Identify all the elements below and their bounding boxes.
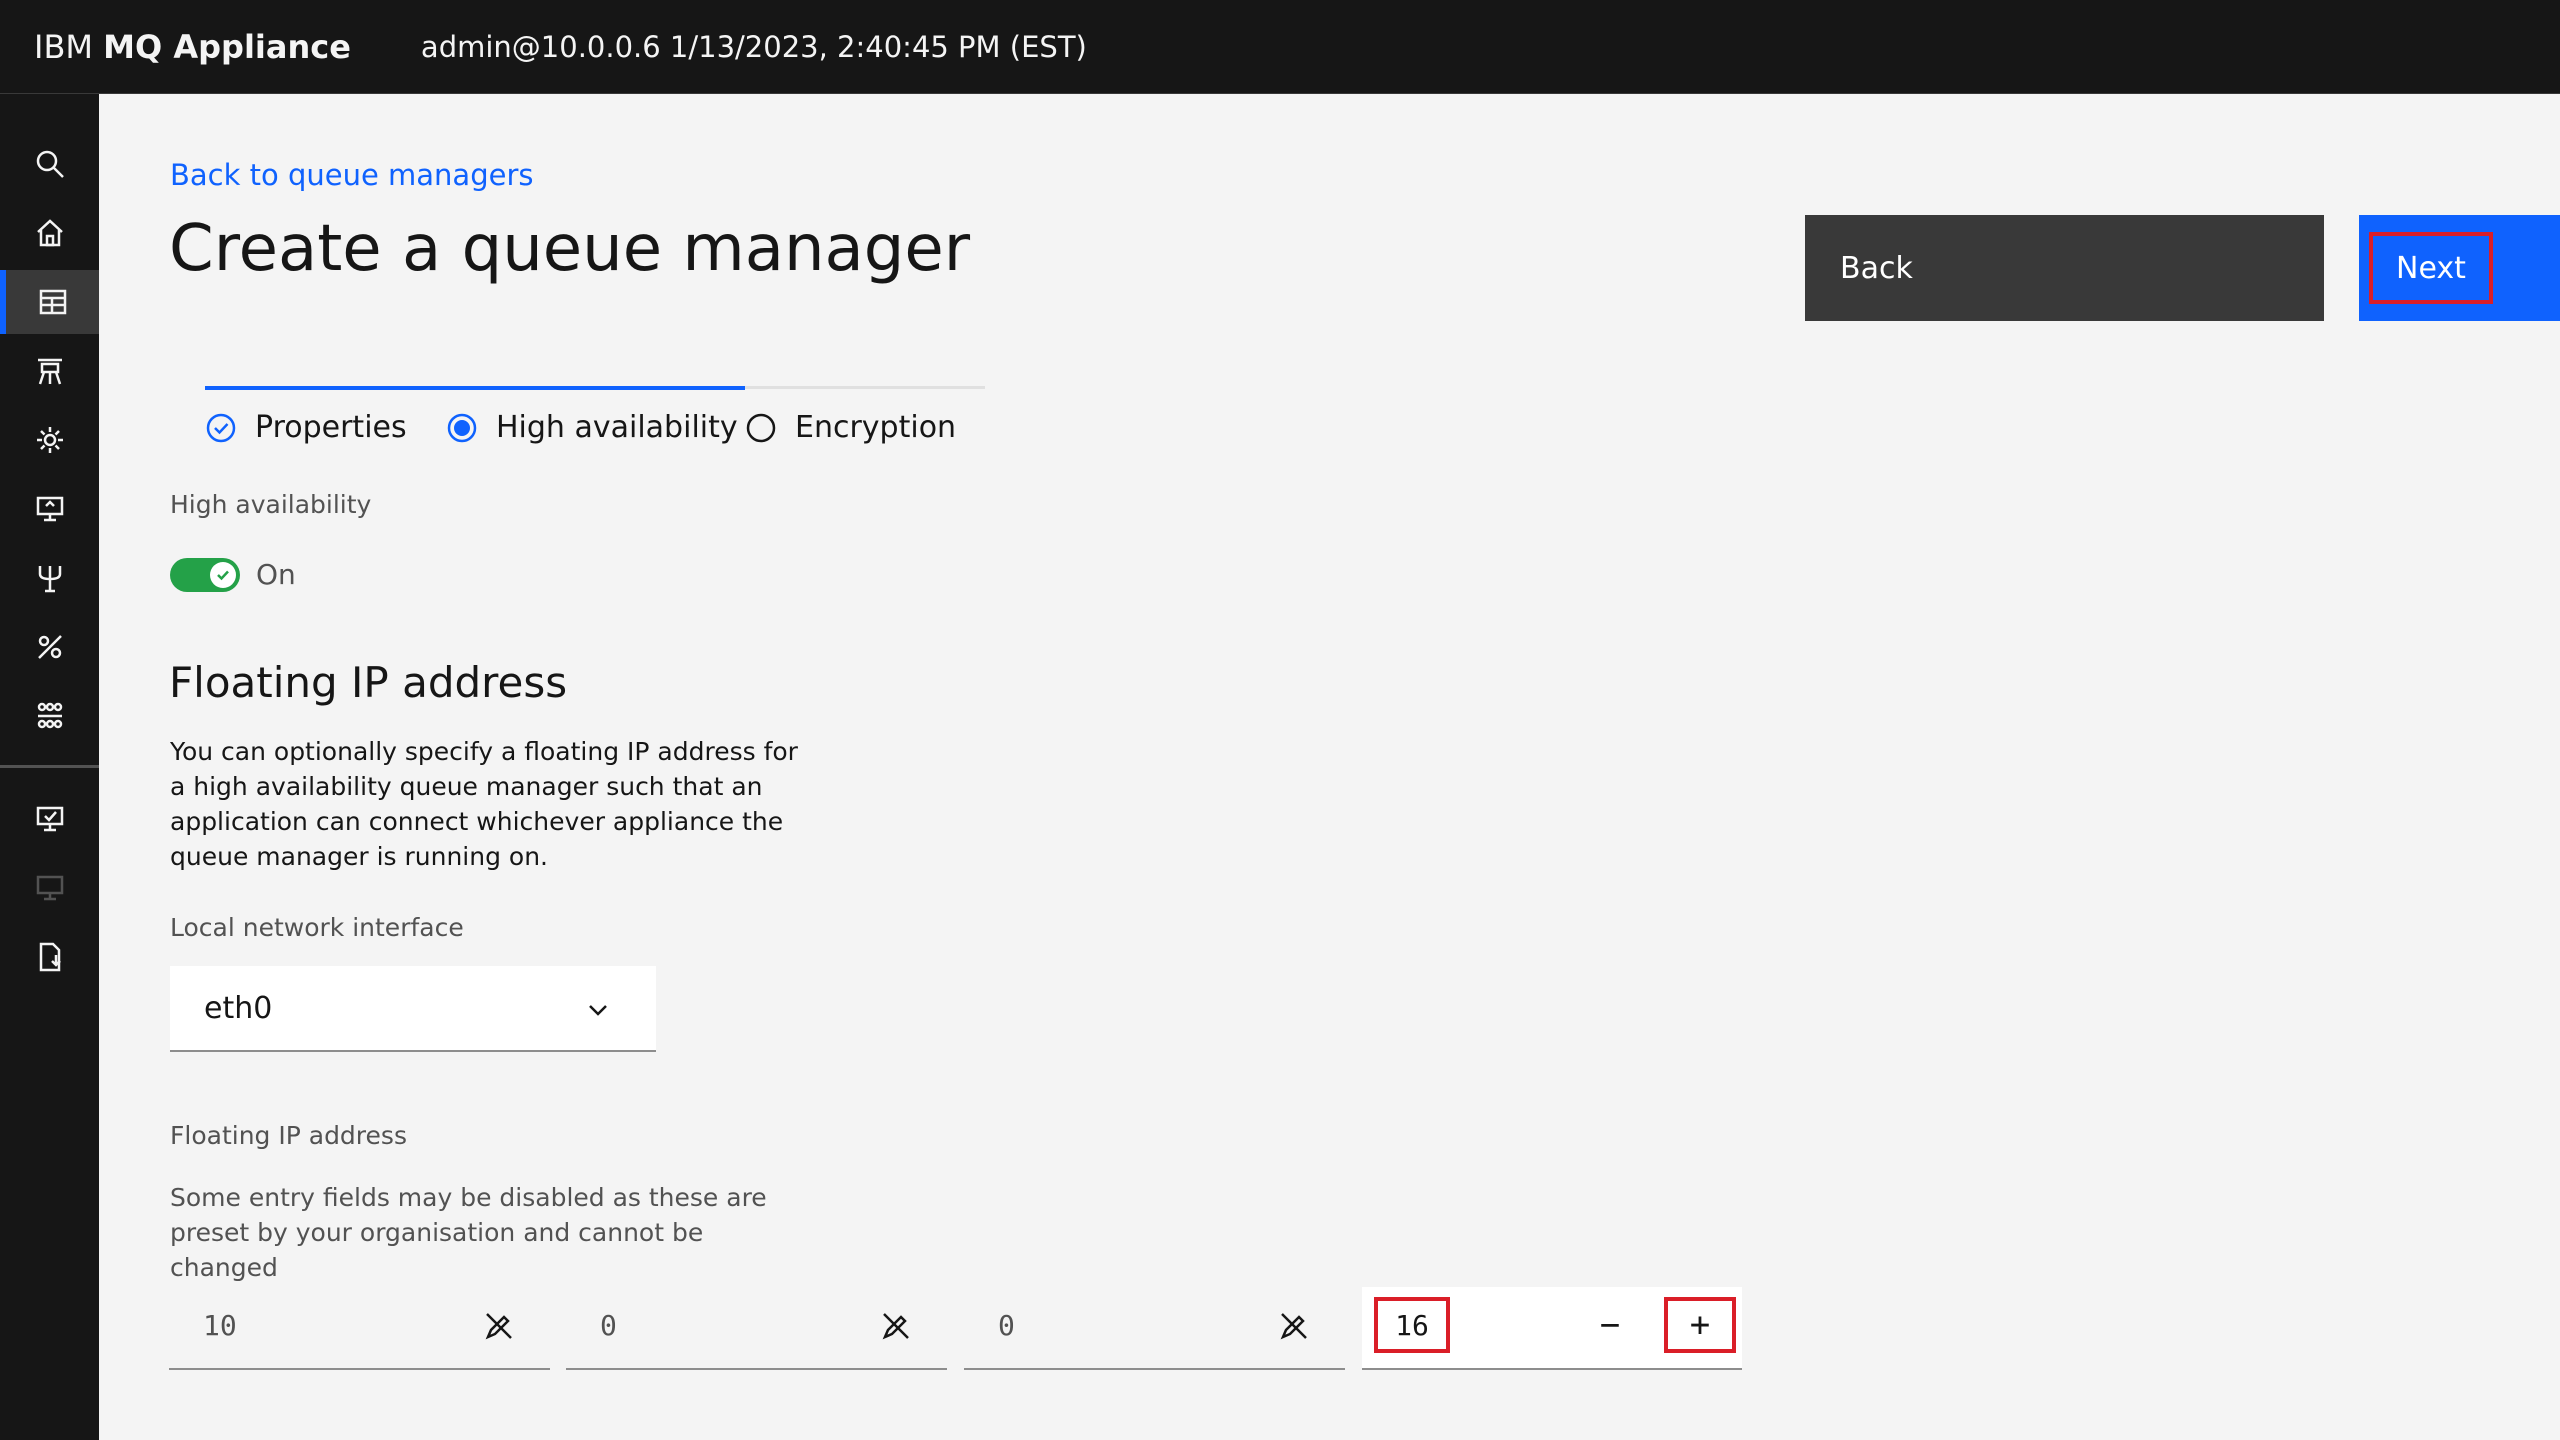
high-availability-toggle[interactable] xyxy=(170,558,240,592)
file-icon[interactable] xyxy=(0,925,99,989)
ip-octet-3-field: 0 xyxy=(964,1287,1345,1370)
product-prefix: IBM xyxy=(34,27,104,66)
group-icon[interactable] xyxy=(0,684,99,748)
local-network-interface-select[interactable]: eth0 xyxy=(170,966,656,1052)
header-bar: IBM MQ Appliance admin@10.0.0.6 1/13/202… xyxy=(0,0,2560,94)
ip-octet-3-value: 0 xyxy=(998,1309,1015,1342)
session-info: admin@10.0.0.6 1/13/2023, 2:40:45 PM (ES… xyxy=(420,29,1087,64)
edit-off-icon xyxy=(882,1313,909,1340)
floating-ip-description: You can optionally specify a floating IP… xyxy=(170,737,798,871)
selected-interface: eth0 xyxy=(204,990,273,1026)
tools-icon[interactable] xyxy=(0,615,99,679)
incomplete-step-icon xyxy=(746,413,776,442)
ip-octet-2-value: 0 xyxy=(600,1309,617,1342)
floating-ip-section-title: Floating IP address xyxy=(169,658,568,707)
page-title: Create a queue manager xyxy=(169,212,971,286)
step-label: Encryption xyxy=(795,410,957,445)
prefix-length-stepper[interactable]: 16 − + xyxy=(1362,1287,1742,1370)
prefix-length-value: 16 xyxy=(1395,1308,1429,1342)
ip-octet-1-field: 10 xyxy=(169,1287,550,1370)
monitor-icon[interactable] xyxy=(0,477,99,541)
prefix-length-input[interactable]: 16 xyxy=(1374,1297,1450,1353)
next-button-highlight: Next xyxy=(2369,232,2493,304)
edit-off-icon xyxy=(485,1313,512,1340)
home-icon[interactable] xyxy=(0,201,99,265)
backup-icon xyxy=(0,856,99,920)
messaging-icon[interactable] xyxy=(0,339,99,403)
step-high-availability[interactable]: High availability xyxy=(446,410,738,445)
local-network-interface-label: Local network interface xyxy=(170,913,464,942)
search-icon[interactable] xyxy=(0,132,99,196)
check-icon xyxy=(217,570,229,581)
table-icon[interactable] xyxy=(0,270,99,334)
floating-ip-address-label: Floating IP address xyxy=(170,1121,407,1150)
back-button-label: Back xyxy=(1840,250,1913,286)
network-icon[interactable] xyxy=(0,546,99,610)
checkmark-outline-icon xyxy=(206,413,236,442)
decrement-button[interactable]: − xyxy=(1582,1297,1638,1353)
back-button[interactable]: Back xyxy=(1805,215,2324,321)
high-availability-label: High availability xyxy=(170,490,372,519)
chevron-down-icon xyxy=(589,1005,607,1016)
edit-off-icon xyxy=(1280,1313,1307,1340)
next-button[interactable]: Next xyxy=(2359,215,2560,321)
step-label: High availability xyxy=(496,410,738,445)
current-step-icon xyxy=(447,413,477,442)
step-properties[interactable]: Properties xyxy=(205,410,407,445)
product-title: MQ Appliance xyxy=(103,27,351,66)
left-navigation-rail xyxy=(0,94,99,1440)
step-label: Properties xyxy=(255,410,407,445)
ip-octet-1-value: 10 xyxy=(203,1309,237,1342)
rail-divider xyxy=(0,765,99,768)
ip-octet-2-field: 0 xyxy=(566,1287,947,1370)
toggle-knob xyxy=(210,562,236,588)
back-to-queue-managers-link[interactable]: Back to queue managers xyxy=(170,158,533,192)
floating-ip-hint: Some entry fields may be disabled as the… xyxy=(170,1183,767,1282)
increment-button[interactable]: + xyxy=(1664,1297,1736,1353)
toggle-state-text: On xyxy=(256,558,296,591)
next-button-label: Next xyxy=(2396,250,2466,286)
settings-icon[interactable] xyxy=(0,408,99,472)
progress-fill xyxy=(205,386,745,390)
status-icon[interactable] xyxy=(0,787,99,851)
step-encryption[interactable]: Encryption xyxy=(745,410,956,445)
product-name[interactable]: IBM MQ Appliance xyxy=(34,28,351,66)
